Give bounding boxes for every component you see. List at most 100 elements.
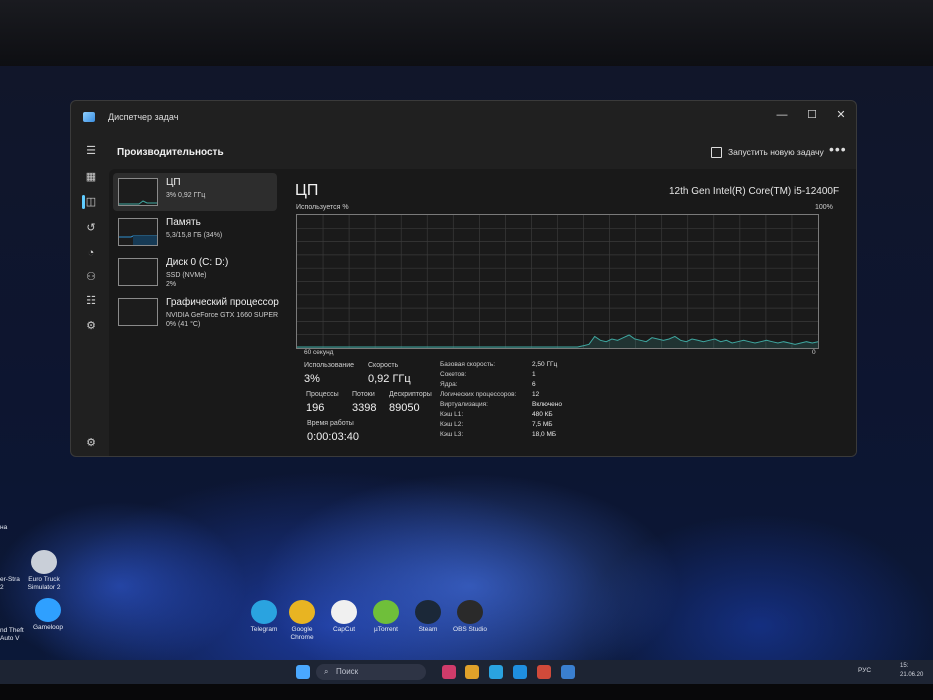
taskbar: ⌕ Поиск РУС 15: 21.06.20 xyxy=(0,660,933,684)
spec-label: Кэш L3: xyxy=(440,431,464,438)
users-icon[interactable]: ⚇ xyxy=(83,269,99,285)
cpu-thumbnail-graph xyxy=(118,178,158,206)
uptime-label: Время работы xyxy=(307,420,354,427)
processes-value: 196 xyxy=(306,402,325,414)
device-name: Память xyxy=(166,217,201,228)
spec-value: Включено xyxy=(532,401,562,408)
graph-time-label: 60 секунд xyxy=(304,349,334,356)
threads-label: Потоки xyxy=(352,391,375,398)
telegram-taskbar-icon[interactable] xyxy=(489,665,503,679)
device-type: SSD (NVMe) xyxy=(166,272,207,279)
gpu-thumbnail-graph xyxy=(118,298,158,326)
spec-label: Логических процессоров: xyxy=(440,391,517,398)
chrome-icon xyxy=(289,600,315,624)
desktop-icon-label: Gameloop xyxy=(33,624,63,631)
spec-value: 6 xyxy=(532,381,536,388)
capcut-icon xyxy=(331,600,357,624)
clock-date: 21.06.20 xyxy=(900,672,924,678)
taskbar-app-icon[interactable] xyxy=(442,665,456,679)
memory-thumbnail-graph xyxy=(118,218,158,246)
spec-label: Базовая скорость: xyxy=(440,361,496,368)
taskbar-search[interactable]: ⌕ Поиск xyxy=(316,664,426,680)
device-item-cpu[interactable]: ЦП 3% 0,92 ГГц xyxy=(113,173,277,211)
spec-value: 7,5 МБ xyxy=(532,421,553,428)
search-placeholder: Поиск xyxy=(336,667,359,676)
performance-icon[interactable]: ◫ xyxy=(83,194,99,210)
steam-icon xyxy=(415,600,441,624)
usage-label: Использование xyxy=(304,362,355,369)
nav-rail: ☰ ▦ ◫ ↺ ◔ ⚇ ☷ ⚙ ⚙ xyxy=(71,135,111,456)
gameloop-icon xyxy=(35,598,61,622)
startup-icon[interactable]: ◔ xyxy=(83,245,99,261)
desktop-icon-gameloop[interactable]: Gameloop xyxy=(20,598,76,632)
details-icon[interactable]: ☷ xyxy=(83,293,99,309)
desktop-icon-label: Euro Truck Simulator 2 xyxy=(27,576,61,591)
graph-label: Используется % xyxy=(296,204,349,211)
desktop-icon-label: OBS Studio xyxy=(453,626,487,633)
processes-icon[interactable]: ▦ xyxy=(83,169,99,185)
cpu-usage-graph xyxy=(296,214,819,349)
device-name: ЦП xyxy=(166,177,181,188)
spec-label: Ядра: xyxy=(440,381,458,388)
services-icon[interactable]: ⚙ xyxy=(83,318,99,334)
utorrent-icon xyxy=(373,600,399,624)
spec-value: 480 КБ xyxy=(532,411,553,418)
device-usage: 0% (41 °C) xyxy=(166,321,201,328)
handles-value: 89050 xyxy=(389,402,420,414)
device-model: NVIDIA GeForce GTX 1660 SUPER xyxy=(166,312,279,319)
store-icon[interactable] xyxy=(537,665,551,679)
spec-label: Кэш L1: xyxy=(440,411,464,418)
edge-icon[interactable] xyxy=(513,665,527,679)
spec-value: 18,0 МБ xyxy=(532,431,557,438)
device-usage: 2% xyxy=(166,281,177,288)
processes-label: Процессы xyxy=(306,391,339,398)
clock[interactable]: 15: 21.06.20 xyxy=(900,662,923,680)
speed-value: 0,92 ГГц xyxy=(368,373,411,385)
task-manager-window: Диспетчер задач — ☐ ✕ ☰ ▦ ◫ ↺ ◔ ⚇ ☷ ⚙ ⚙ … xyxy=(70,100,857,457)
disk-thumbnail-graph xyxy=(118,258,158,286)
spec-label: Виртуализация: xyxy=(440,401,488,408)
euro-truck-icon xyxy=(31,550,57,574)
hamburger-icon[interactable]: ☰ xyxy=(83,143,99,159)
task-manager-app-icon xyxy=(83,112,95,122)
file-explorer-icon[interactable] xyxy=(465,665,479,679)
run-new-task-button[interactable]: Запустить новую задачу xyxy=(711,143,824,161)
obs-icon xyxy=(457,600,483,624)
task-manager-taskbar-icon[interactable] xyxy=(561,665,575,679)
speed-label: Скорость xyxy=(368,362,399,369)
maximize-button[interactable]: ☐ xyxy=(798,105,826,125)
usage-value: 3% xyxy=(304,373,320,385)
start-icon[interactable] xyxy=(296,665,310,679)
run-new-task-label: Запустить новую задачу xyxy=(728,147,824,157)
more-options-button[interactable]: ••• xyxy=(829,141,847,157)
gear-icon[interactable]: ⚙ xyxy=(83,435,99,451)
monitor-bezel-bottom xyxy=(0,684,933,700)
cpu-title: ЦП xyxy=(295,182,319,199)
section-title: Производительность xyxy=(117,147,224,158)
new-task-icon xyxy=(711,146,722,158)
spec-label: Сокетов: xyxy=(440,371,467,378)
minimize-button[interactable]: — xyxy=(768,105,796,125)
spec-label: Кэш L2: xyxy=(440,421,464,428)
app-history-icon[interactable]: ↺ xyxy=(83,220,99,236)
device-name: Графический процессор xyxy=(166,297,279,308)
device-item-memory[interactable]: Память 5,3/15,8 ГБ (34%) xyxy=(113,213,277,251)
clock-time: 15: xyxy=(900,663,909,669)
desktop-icon-obs[interactable]: OBS Studio xyxy=(442,600,498,634)
language-indicator[interactable]: РУС xyxy=(858,667,871,674)
desktop-icon-label-partial: нa xyxy=(0,524,8,531)
performance-content: ЦП 3% 0,92 ГГц Память 5,3/15,8 ГБ (34%) … xyxy=(109,169,856,456)
device-item-gpu[interactable]: Графический процессор NVIDIA GeForce GTX… xyxy=(113,293,279,331)
cpu-usage-graph-svg xyxy=(297,215,819,348)
close-button[interactable]: ✕ xyxy=(827,105,855,125)
graph-min-label: 0 xyxy=(812,349,816,356)
cpu-model: 12th Gen Intel(R) Core(TM) i5-12400F xyxy=(669,186,840,197)
monitor-bezel-top xyxy=(0,0,933,68)
device-item-disk[interactable]: Диск 0 (C: D:) SSD (NVMe) 2% xyxy=(113,253,277,291)
spec-value: 2,50 ГГц xyxy=(532,361,558,368)
device-summary: 5,3/15,8 ГБ (34%) xyxy=(166,232,223,239)
title-bar[interactable]: Диспетчер задач — ☐ ✕ xyxy=(71,101,856,135)
handles-label: Дескрипторы xyxy=(389,391,432,398)
desktop-icon-euro-truck[interactable]: Euro Truck Simulator 2 xyxy=(16,550,72,592)
device-summary: 3% 0,92 ГГц xyxy=(166,192,206,199)
